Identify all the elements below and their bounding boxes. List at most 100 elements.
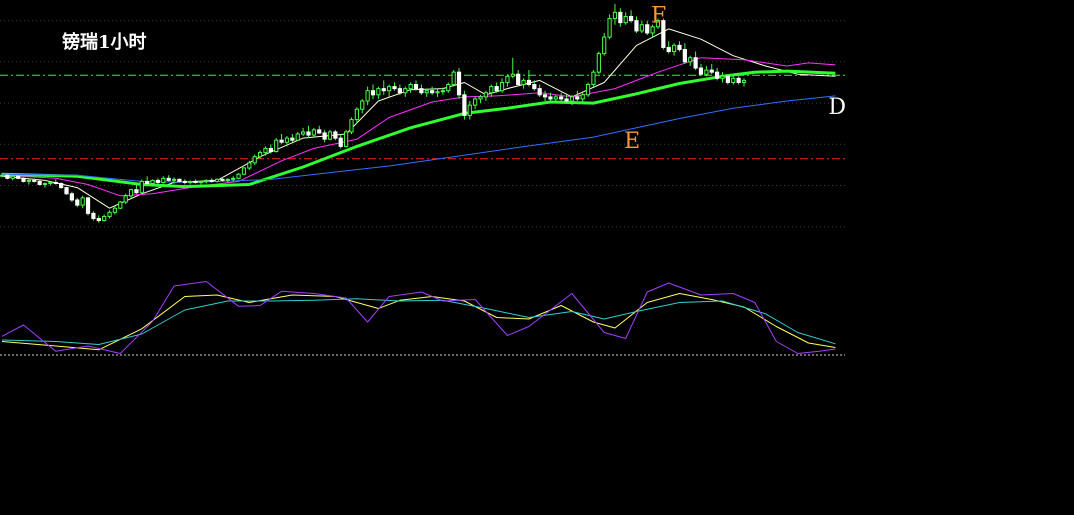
candle-body (349, 119, 354, 133)
candle (542, 90, 548, 102)
oscillator-line-d (1, 298, 836, 345)
candle (688, 55, 693, 66)
candle (155, 178, 161, 185)
candle (236, 173, 241, 180)
candle (112, 206, 118, 215)
candle-body (381, 88, 386, 92)
candle (559, 92, 564, 102)
candle-body (198, 180, 204, 183)
candle-body (408, 84, 413, 90)
candle (435, 88, 440, 97)
candle-body (725, 75, 730, 83)
candle-body (526, 79, 532, 86)
candle (682, 43, 687, 64)
candle-body (32, 179, 37, 182)
candle-body (397, 88, 402, 94)
candle (672, 43, 677, 56)
candle-body (188, 180, 193, 183)
candle (607, 14, 612, 40)
candle (322, 129, 327, 143)
candle-body (473, 98, 478, 106)
candle (69, 191, 74, 203)
candle-body (69, 193, 74, 201)
candle (499, 78, 505, 93)
candle-body (715, 71, 720, 79)
candle-body (322, 132, 327, 140)
candle (290, 134, 295, 143)
candle-body (91, 212, 96, 220)
candle-body (16, 175, 21, 179)
candle (182, 179, 187, 185)
candle-body (602, 36, 607, 55)
candle-body (182, 180, 187, 183)
candle-body (128, 189, 134, 197)
candle (677, 41, 682, 52)
candle-body (645, 24, 650, 34)
candle-body (607, 18, 612, 38)
candle-body (10, 175, 15, 179)
candle (333, 129, 338, 141)
candle (327, 129, 333, 141)
candle-body (134, 189, 139, 194)
candle-body (618, 11, 623, 24)
candle (596, 51, 601, 75)
candle-body (553, 96, 558, 100)
point-label-e: E (624, 129, 640, 154)
candle-body (85, 197, 91, 214)
candle (698, 63, 704, 77)
candle-body (177, 178, 182, 182)
candle-body (102, 215, 107, 222)
candle-body (580, 94, 585, 100)
candle-body (403, 88, 408, 94)
candle-body (376, 88, 381, 96)
candle (225, 178, 230, 183)
candle-body (209, 179, 214, 182)
price-grid (0, 20, 845, 356)
candle-body (139, 180, 144, 194)
candle-body (483, 92, 489, 98)
candle (274, 138, 279, 153)
candle-body (666, 46, 671, 53)
candle (344, 129, 349, 148)
candle (505, 74, 510, 87)
candle (349, 117, 354, 134)
candle-body (672, 44, 677, 53)
candle-body (333, 131, 338, 139)
candle-body (628, 15, 634, 22)
candle-body (446, 84, 451, 92)
candle (75, 197, 80, 208)
candle (715, 68, 720, 81)
candle-body (344, 131, 349, 147)
candle (139, 179, 144, 194)
oscillator-panel (1, 281, 836, 354)
candle-body (236, 173, 241, 179)
candle-body (166, 177, 171, 181)
candle-body (720, 75, 725, 79)
candle-body (42, 182, 48, 186)
candle-body (112, 207, 118, 213)
candle (118, 201, 123, 210)
candle (623, 12, 628, 25)
candle-body (59, 182, 64, 189)
candle-body (360, 100, 365, 110)
candle (91, 211, 96, 221)
candle-body (64, 187, 69, 195)
candle (387, 84, 392, 97)
candle-body (107, 211, 112, 217)
candle-body (365, 90, 370, 102)
candle (338, 134, 343, 149)
candle-body (118, 201, 123, 209)
candle (301, 127, 306, 137)
candle-body (306, 131, 311, 136)
candle-body (688, 57, 693, 63)
candle (693, 51, 698, 71)
candle (585, 82, 591, 97)
candle-body (150, 179, 155, 184)
candle (612, 4, 618, 25)
candle (241, 166, 247, 176)
candle-body (709, 69, 714, 73)
candle (10, 175, 15, 181)
candle-body (263, 147, 268, 154)
candle (26, 179, 31, 185)
candle (602, 32, 607, 56)
